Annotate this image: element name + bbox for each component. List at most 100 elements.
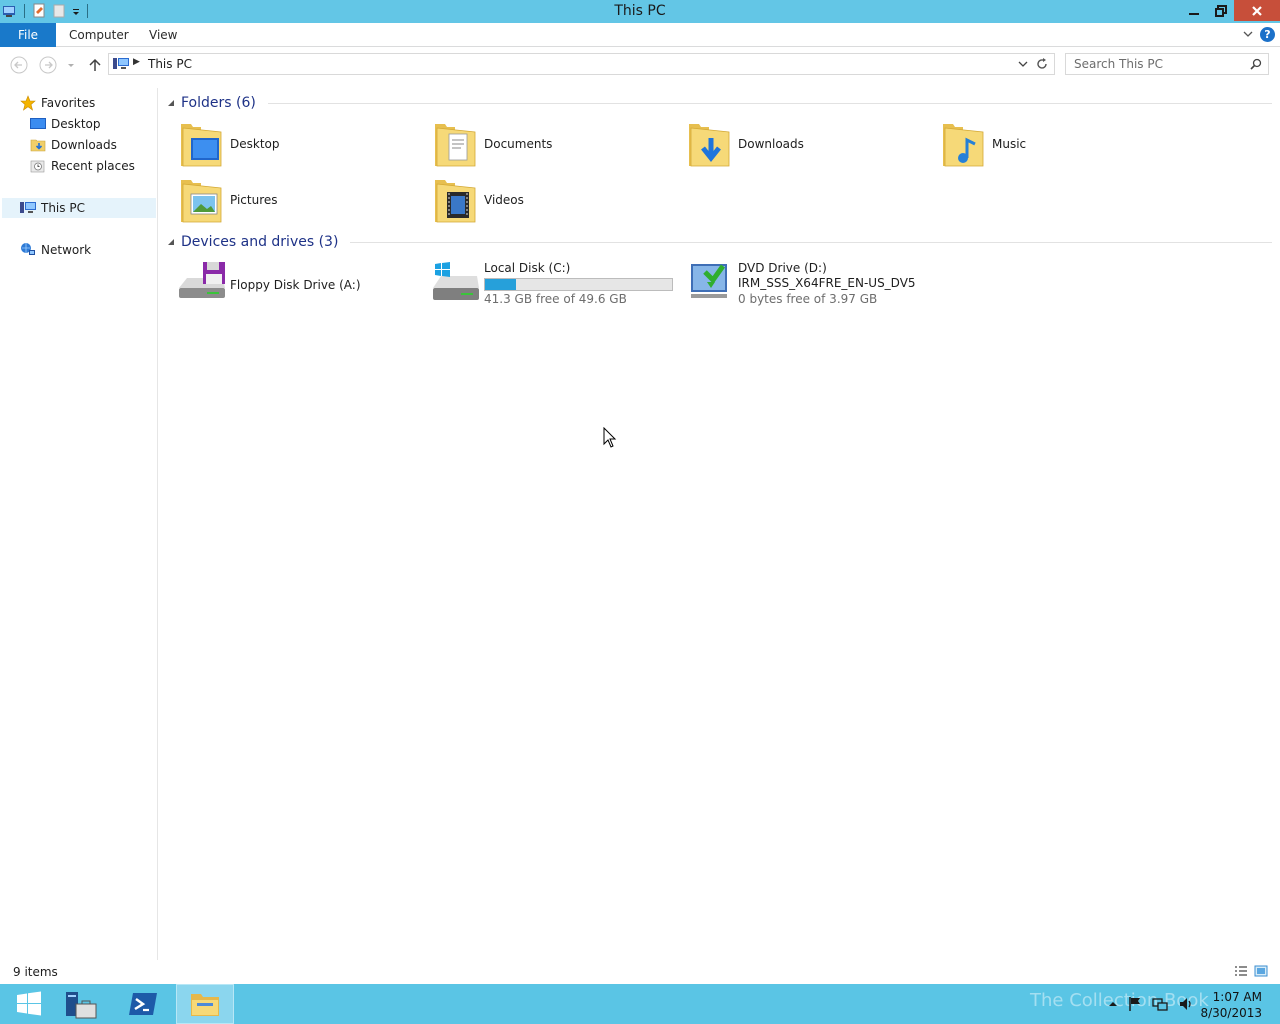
minimize-button[interactable] bbox=[1180, 0, 1207, 21]
folder-label: Desktop bbox=[230, 137, 280, 151]
navigation-bar: ▶ This PC bbox=[0, 47, 1280, 81]
minimize-icon bbox=[1188, 12, 1199, 15]
breadcrumb-arrow-icon[interactable]: ▶ bbox=[133, 57, 140, 67]
drives-group-header[interactable]: Devices and drives (3) bbox=[167, 232, 1272, 252]
downloads-icon bbox=[30, 139, 46, 152]
address-bar[interactable]: ▶ This PC bbox=[108, 53, 1055, 75]
collapse-triangle-icon[interactable] bbox=[167, 99, 175, 107]
group-divider bbox=[350, 241, 1272, 243]
windows-logo-icon bbox=[17, 991, 41, 1016]
folder-music[interactable]: Music bbox=[939, 118, 1179, 170]
network-icon bbox=[21, 243, 35, 255]
taskbar-file-explorer[interactable] bbox=[176, 984, 234, 1024]
system-tray bbox=[1108, 996, 1194, 1012]
search-input[interactable] bbox=[1074, 57, 1244, 71]
help-icon[interactable]: ? bbox=[1260, 27, 1275, 42]
ribbon-tabs: File Computer View ? bbox=[0, 23, 1280, 47]
window-controls bbox=[1180, 0, 1280, 21]
address-path[interactable]: This PC bbox=[148, 57, 192, 71]
taskbar-powershell[interactable] bbox=[114, 984, 172, 1024]
desktop-folder-icon bbox=[181, 124, 222, 167]
folder-downloads[interactable]: Downloads bbox=[685, 118, 925, 170]
folder-desktop[interactable]: Desktop bbox=[177, 118, 417, 170]
show-hidden-icons-icon[interactable] bbox=[1108, 999, 1118, 1009]
window-title: This PC bbox=[614, 3, 666, 19]
mouse-cursor-icon bbox=[603, 427, 617, 448]
nav-favorites[interactable]: Favorites bbox=[20, 93, 95, 113]
drive-label: Local Disk (C:) bbox=[484, 261, 571, 275]
tab-file[interactable]: File bbox=[0, 23, 56, 47]
search-icon[interactable] bbox=[1250, 58, 1262, 70]
drives-group-label: Devices and drives (3) bbox=[181, 234, 339, 250]
view-switcher bbox=[1234, 965, 1268, 977]
clock-date: 8/30/2013 bbox=[1200, 1006, 1262, 1020]
drive-label: DVD Drive (D:) bbox=[738, 261, 827, 275]
star-icon bbox=[20, 95, 36, 111]
recent-places-icon bbox=[30, 160, 45, 173]
expand-ribbon-icon[interactable] bbox=[1242, 28, 1254, 40]
restore-icon bbox=[1214, 4, 1227, 17]
nav-item-label: Desktop bbox=[51, 117, 101, 131]
address-dropdown-icon[interactable] bbox=[1018, 59, 1028, 69]
drive-capacity-fill bbox=[485, 279, 517, 290]
start-button[interactable] bbox=[0, 984, 58, 1024]
drive-floppy[interactable]: Floppy Disk Drive (A:) bbox=[177, 258, 417, 310]
drive-label: Floppy Disk Drive (A:) bbox=[230, 278, 361, 292]
videos-folder-icon bbox=[435, 180, 476, 223]
nav-item-label: Recent places bbox=[51, 159, 135, 173]
up-arrow-icon[interactable] bbox=[86, 56, 104, 74]
folder-pictures[interactable]: Pictures bbox=[177, 174, 417, 226]
details-view-icon[interactable] bbox=[1234, 965, 1248, 977]
nav-favorites-label: Favorites bbox=[41, 96, 96, 110]
tab-computer[interactable]: Computer bbox=[57, 23, 141, 47]
folder-label: Downloads bbox=[738, 137, 804, 151]
folder-videos[interactable]: Videos bbox=[431, 174, 671, 226]
drive-capacity-bar bbox=[484, 278, 673, 291]
large-icons-view-icon[interactable] bbox=[1254, 965, 1268, 977]
powershell-icon bbox=[129, 993, 157, 1015]
server-manager-icon bbox=[66, 992, 97, 1019]
nav-network-label: Network bbox=[41, 243, 92, 257]
collapse-triangle-icon[interactable] bbox=[167, 238, 175, 246]
search-box[interactable] bbox=[1065, 53, 1269, 75]
nav-this-pc[interactable]: This PC bbox=[2, 198, 156, 218]
nav-network[interactable]: Network bbox=[20, 240, 91, 260]
refresh-icon[interactable] bbox=[1035, 57, 1049, 71]
nav-item-label: Downloads bbox=[51, 138, 117, 152]
pictures-folder-icon bbox=[181, 180, 222, 223]
item-count: 9 items bbox=[13, 965, 58, 979]
close-icon bbox=[1252, 5, 1262, 16]
forward-button[interactable] bbox=[39, 56, 57, 74]
nav-this-pc-label: This PC bbox=[41, 201, 85, 215]
back-button[interactable] bbox=[10, 56, 28, 74]
folders-group-label: Folders (6) bbox=[181, 95, 256, 111]
drive-local-disk-c[interactable]: Local Disk (C:) 41.3 GB free of 49.6 GB bbox=[431, 258, 691, 310]
status-bar: 9 items bbox=[0, 962, 1280, 984]
drive-volume-label: IRM_SSS_X64FRE_EN-US_DV5 bbox=[738, 276, 916, 290]
action-center-flag-icon[interactable] bbox=[1128, 996, 1142, 1012]
downloads-folder-icon bbox=[689, 124, 730, 167]
volume-icon[interactable] bbox=[1178, 996, 1194, 1012]
dvd-drive-icon bbox=[691, 264, 727, 298]
recent-locations-icon[interactable] bbox=[66, 56, 76, 74]
folder-label: Music bbox=[992, 137, 1027, 151]
content-area: Folders (6) Desktop Documents Downloads … bbox=[159, 88, 1280, 960]
network-tray-icon[interactable] bbox=[1152, 996, 1168, 1012]
taskbar-clock[interactable]: 1:07 AM 8/30/2013 bbox=[1200, 989, 1262, 1021]
restore-button[interactable] bbox=[1207, 0, 1234, 21]
nav-item-recent-places[interactable]: Recent places bbox=[30, 156, 135, 176]
nav-item-downloads[interactable]: Downloads bbox=[30, 135, 117, 155]
nav-item-desktop[interactable]: Desktop bbox=[30, 114, 101, 134]
folders-group-header[interactable]: Folders (6) bbox=[167, 93, 1272, 113]
this-pc-icon bbox=[113, 58, 129, 69]
clock-time: 1:07 AM bbox=[1212, 990, 1262, 1004]
drive-dvd-d[interactable]: DVD Drive (D:) IRM_SSS_X64FRE_EN-US_DV5 … bbox=[685, 258, 965, 310]
this-pc-icon bbox=[20, 202, 36, 213]
tab-view[interactable]: View bbox=[137, 23, 189, 47]
drive-free-space: 0 bytes free of 3.97 GB bbox=[738, 292, 878, 306]
taskbar-server-manager[interactable] bbox=[52, 984, 110, 1024]
music-folder-icon bbox=[943, 124, 984, 167]
folder-documents[interactable]: Documents bbox=[431, 118, 671, 170]
folder-label: Videos bbox=[484, 193, 524, 207]
close-button[interactable] bbox=[1234, 0, 1280, 21]
